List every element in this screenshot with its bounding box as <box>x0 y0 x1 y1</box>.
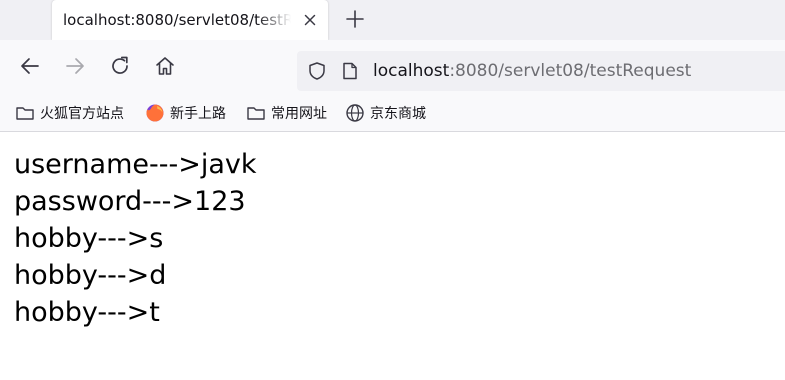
navigation-toolbar: localhost:8080/servlet08/testRequest <box>0 40 785 92</box>
shield-icon[interactable] <box>307 61 327 81</box>
address-bar[interactable]: localhost:8080/servlet08/testRequest <box>297 51 785 91</box>
output-line-password: password--->123 <box>14 186 246 217</box>
close-icon[interactable] <box>300 10 320 30</box>
output-line-hobby: hobby--->s <box>14 223 164 254</box>
tab-active[interactable]: localhost:8080/servlet08/testRequest <box>52 0 328 40</box>
bookmark-label: 火狐官方站点 <box>40 106 124 122</box>
folder-icon <box>247 107 265 120</box>
firefox-icon <box>146 104 164 122</box>
bookmark-label: 京东商城 <box>370 106 426 122</box>
reload-icon[interactable] <box>108 54 132 78</box>
tab-strip: localhost:8080/servlet08/testRequest <box>0 0 785 40</box>
bookmark-item-getting-started[interactable]: 新手上路 <box>145 102 226 124</box>
home-icon[interactable] <box>153 54 177 78</box>
bookmark-label: 常用网址 <box>271 106 327 122</box>
url-text[interactable]: localhost:8080/servlet08/testRequest <box>373 61 691 81</box>
bookmark-item-firefox-official[interactable]: 火狐官方站点 <box>15 102 124 124</box>
bookmark-item-jd-mall[interactable]: 京东商城 <box>345 102 426 124</box>
page-icon[interactable] <box>341 61 359 81</box>
output-line-hobby: hobby--->d <box>14 260 167 291</box>
bookmarks-toolbar: 火狐官方站点 新手上路 常用网址 京东商城 <box>0 92 785 132</box>
url-path: :8080/servlet08/testRequest <box>449 61 692 81</box>
back-arrow-icon[interactable] <box>18 54 42 78</box>
bookmark-item-common-sites[interactable]: 常用网址 <box>246 102 327 124</box>
new-tab-plus-icon[interactable] <box>344 8 366 30</box>
output-line-hobby: hobby--->t <box>14 297 160 328</box>
forward-arrow-icon[interactable] <box>63 54 87 78</box>
page-body: username--->javk password--->123 hobby--… <box>14 146 774 331</box>
tab-title: localhost:8080/servlet08/testRequest <box>63 11 291 29</box>
output-line-username: username--->javk <box>14 149 257 180</box>
globe-icon <box>346 104 364 122</box>
url-host: localhost <box>373 61 450 81</box>
bookmark-label: 新手上路 <box>170 106 226 122</box>
folder-icon <box>16 107 34 120</box>
